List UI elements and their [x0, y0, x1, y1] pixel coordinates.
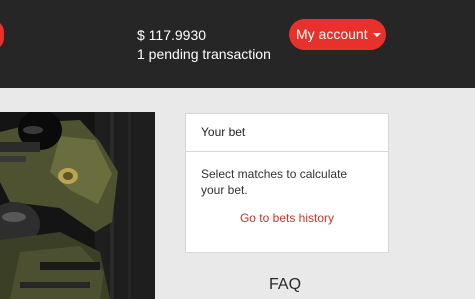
bet-panel-title: Your bet — [186, 114, 388, 152]
bet-panel: Your bet Select matches to calculate you… — [185, 113, 389, 253]
account-balance: $ 117.9930 — [137, 27, 207, 43]
bet-panel-body: Select matches to calculate your bet. Go… — [186, 152, 388, 226]
faq-heading: FAQ — [269, 276, 302, 293]
my-account-label: My account — [296, 26, 368, 42]
chevron-down-icon — [372, 33, 381, 38]
soldier-artwork — [0, 112, 155, 299]
my-account-button[interactable]: My account — [289, 19, 386, 50]
partial-nav-button[interactable] — [0, 20, 4, 50]
bets-history-link[interactable]: Go to bets history — [201, 210, 373, 226]
bet-panel-message: Select matches to calculate your bet. — [201, 167, 348, 197]
top-navigation-bar: $ 117.9930 1 pending transaction My acco… — [0, 0, 475, 88]
hero-image — [0, 112, 155, 299]
pending-transactions[interactable]: 1 pending transaction — [137, 45, 271, 63]
